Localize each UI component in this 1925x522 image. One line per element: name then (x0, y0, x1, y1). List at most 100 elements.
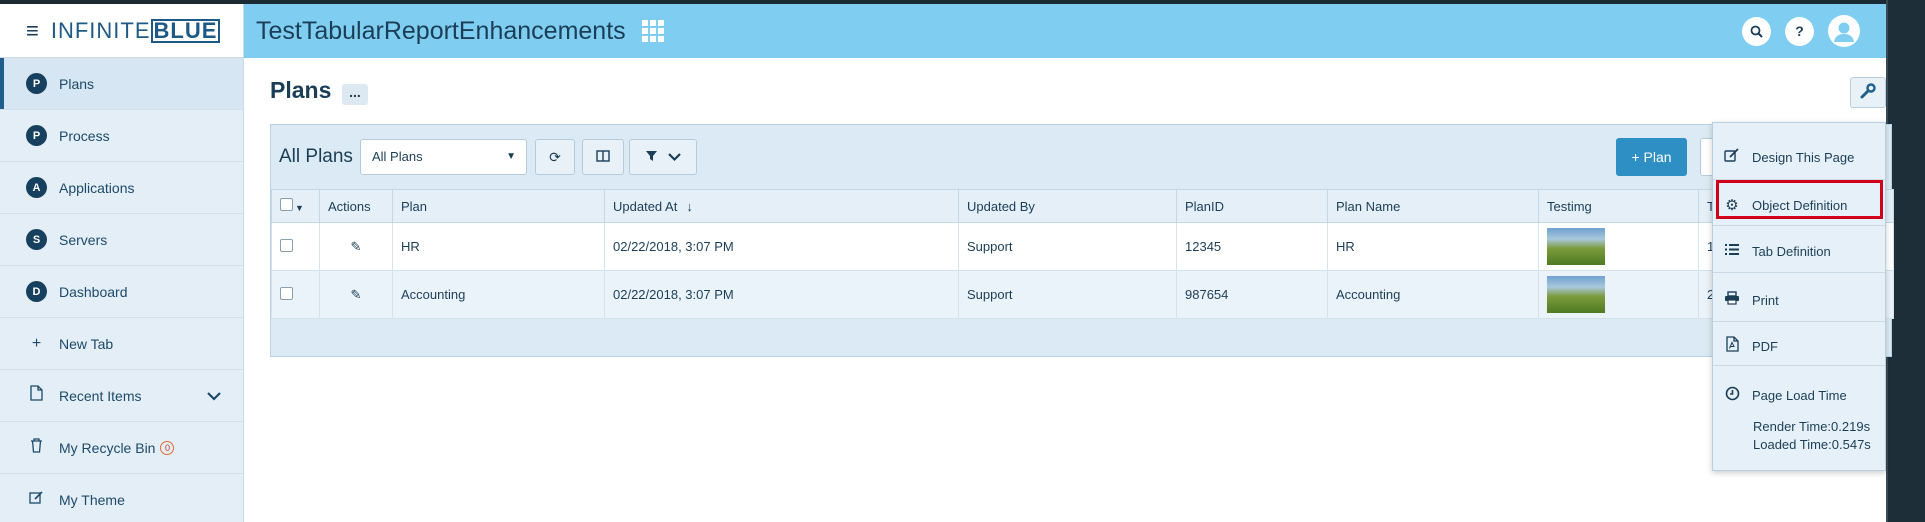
menu-divider (1713, 321, 1885, 322)
render-time: Render Time:0.219s (1753, 419, 1871, 434)
menu-item-design-this-page[interactable]: Design This Page (1713, 134, 1885, 180)
testimg-cell (1538, 270, 1699, 319)
landscape-thumbnail[interactable] (1547, 276, 1605, 313)
refresh-button[interactable]: ⟳ (535, 139, 575, 175)
menu-item-label: Tab Definition (1752, 243, 1831, 259)
column-header-updated-at[interactable]: Updated At ↓ (604, 189, 959, 223)
column-header[interactable]: Plan Name (1327, 189, 1539, 223)
page-title: Plans (270, 77, 332, 103)
search-icon[interactable] (1742, 16, 1771, 46)
column-header: Actions (319, 189, 393, 223)
header-actions: ? (1742, 15, 1860, 47)
app-grid-icon[interactable] (641, 20, 664, 42)
sidebar-item-label: My Theme (59, 491, 125, 508)
sidebar-item-label: Plans (59, 75, 95, 92)
help-icon[interactable]: ? (1785, 16, 1814, 46)
more-options-button[interactable]: ... (342, 84, 368, 105)
plus-icon: + (31, 334, 42, 352)
print-icon (1721, 291, 1743, 309)
wrench-button[interactable] (1850, 77, 1886, 108)
sidebar-item-plans[interactable]: P Plans (0, 58, 243, 110)
select-all-checkbox[interactable] (280, 198, 293, 211)
row-actions-cell: ✎ (319, 222, 393, 271)
dashboard-circle-icon: D (26, 281, 47, 302)
plan-id-cell: 987654 (1176, 270, 1328, 319)
sidebar-item-applications[interactable]: A Applications (0, 162, 243, 214)
add-plan-button[interactable]: + Plan (1616, 138, 1687, 176)
menu-item-pdf[interactable]: PDF (1713, 323, 1885, 369)
row-checkbox[interactable] (280, 286, 293, 300)
clock-icon (1721, 386, 1743, 405)
row-actions-cell: ✎ (319, 270, 393, 319)
view-label: All Plans (279, 146, 353, 167)
menu-item-page-load-time[interactable]: Page Load Time (1713, 372, 1885, 418)
list-toolbar: All Plans All Plans ▼ ⟳ + Plan (271, 125, 1891, 189)
logo-text-blue: BLUE (150, 18, 221, 44)
sidebar-item-label: New Tab (59, 335, 114, 352)
sidebar-item-new-tab[interactable]: + New Tab (0, 318, 243, 370)
row-select-cell[interactable] (271, 222, 320, 271)
updated-by-cell: Support (958, 222, 1177, 271)
sidebar-item-label: My Recycle Bin (59, 439, 156, 456)
recycle-count-badge: 0 (160, 440, 175, 455)
logo-row: ≡ INFINITE BLUE (0, 4, 243, 58)
hamburger-menu-icon[interactable]: ≡ (26, 19, 39, 42)
menu-divider (1713, 365, 1885, 366)
sidebar-item-servers[interactable]: S Servers (0, 214, 243, 266)
column-header[interactable]: Testimg (1538, 189, 1699, 223)
object-definition-highlight (1716, 180, 1883, 219)
table-row[interactable]: ✎ Accounting 02/22/2018, 3:07 PM Support… (271, 270, 1894, 319)
loaded-time: Loaded Time:0.547s (1753, 437, 1871, 452)
menu-item-print[interactable]: Print (1713, 277, 1885, 323)
edit-icon (1721, 147, 1743, 167)
plan-id-cell: 12345 (1176, 222, 1328, 271)
select-all-header[interactable]: ▼ (271, 189, 320, 223)
menu-item-label: PDF (1752, 338, 1778, 354)
refresh-icon: ⟳ (549, 148, 561, 165)
column-header[interactable]: Updated By (958, 189, 1177, 223)
servers-circle-icon: S (26, 229, 47, 250)
table-row[interactable]: ✎ HR 02/22/2018, 3:07 PM Support 12345 H… (271, 222, 1894, 271)
pencil-icon[interactable]: ✎ (351, 239, 362, 254)
process-circle-icon: P (26, 125, 47, 146)
document-icon (26, 385, 47, 406)
columns-icon (596, 149, 610, 165)
row-select-cell[interactable] (271, 270, 320, 319)
plan-cell[interactable]: HR (392, 222, 605, 271)
sidebar-item-dashboard[interactable]: D Dashboard (0, 266, 243, 318)
sidebar-item-recent-items[interactable]: Recent Items (0, 370, 243, 422)
sidebar-item-recycle-bin[interactable]: My Recycle Bin 0 (0, 422, 243, 474)
filter-button[interactable] (629, 139, 697, 175)
column-header[interactable]: PlanID (1176, 189, 1328, 223)
chevron-down-icon[interactable] (207, 388, 221, 404)
sidebar-item-process[interactable]: P Process (0, 110, 243, 162)
menu-item-label: Design This Page (1752, 149, 1855, 165)
sidebar-item-my-theme[interactable]: My Theme (0, 474, 243, 522)
menu-divider (1713, 272, 1885, 273)
menu-item-label: Page Load Time (1752, 387, 1847, 403)
plan-cell[interactable]: Accounting (392, 270, 605, 319)
plan-name-cell: HR (1327, 222, 1539, 271)
avatar[interactable] (1828, 15, 1860, 47)
updated-at-cell: 02/22/2018, 3:07 PM (604, 270, 959, 319)
pencil-icon[interactable]: ✎ (351, 287, 362, 302)
sidebar-item-label: Process (59, 127, 110, 144)
plan-name-cell: Accounting (1327, 270, 1539, 319)
filter-icon (645, 149, 658, 165)
view-select[interactable]: All Plans ▼ (360, 139, 527, 175)
columns-button[interactable] (582, 139, 624, 175)
updated-at-cell: 02/22/2018, 3:07 PM (604, 222, 959, 271)
plans-circle-icon: P (26, 73, 47, 94)
list-icon (1721, 243, 1743, 260)
landscape-thumbnail[interactable] (1547, 228, 1605, 265)
view-select-value: All Plans (372, 149, 423, 164)
plans-panel: All Plans All Plans ▼ ⟳ + Plan ▼ Actions… (270, 124, 1894, 357)
applications-circle-icon: A (26, 177, 47, 198)
menu-item-tab-definition[interactable]: Tab Definition (1713, 228, 1885, 274)
sidebar-item-label: Servers (59, 231, 108, 248)
row-checkbox[interactable] (280, 238, 293, 252)
edit-icon (26, 490, 47, 510)
column-header[interactable]: Plan (392, 189, 605, 223)
pdf-icon (1721, 336, 1743, 356)
app-title: TestTabularReportEnhancements (256, 16, 626, 45)
